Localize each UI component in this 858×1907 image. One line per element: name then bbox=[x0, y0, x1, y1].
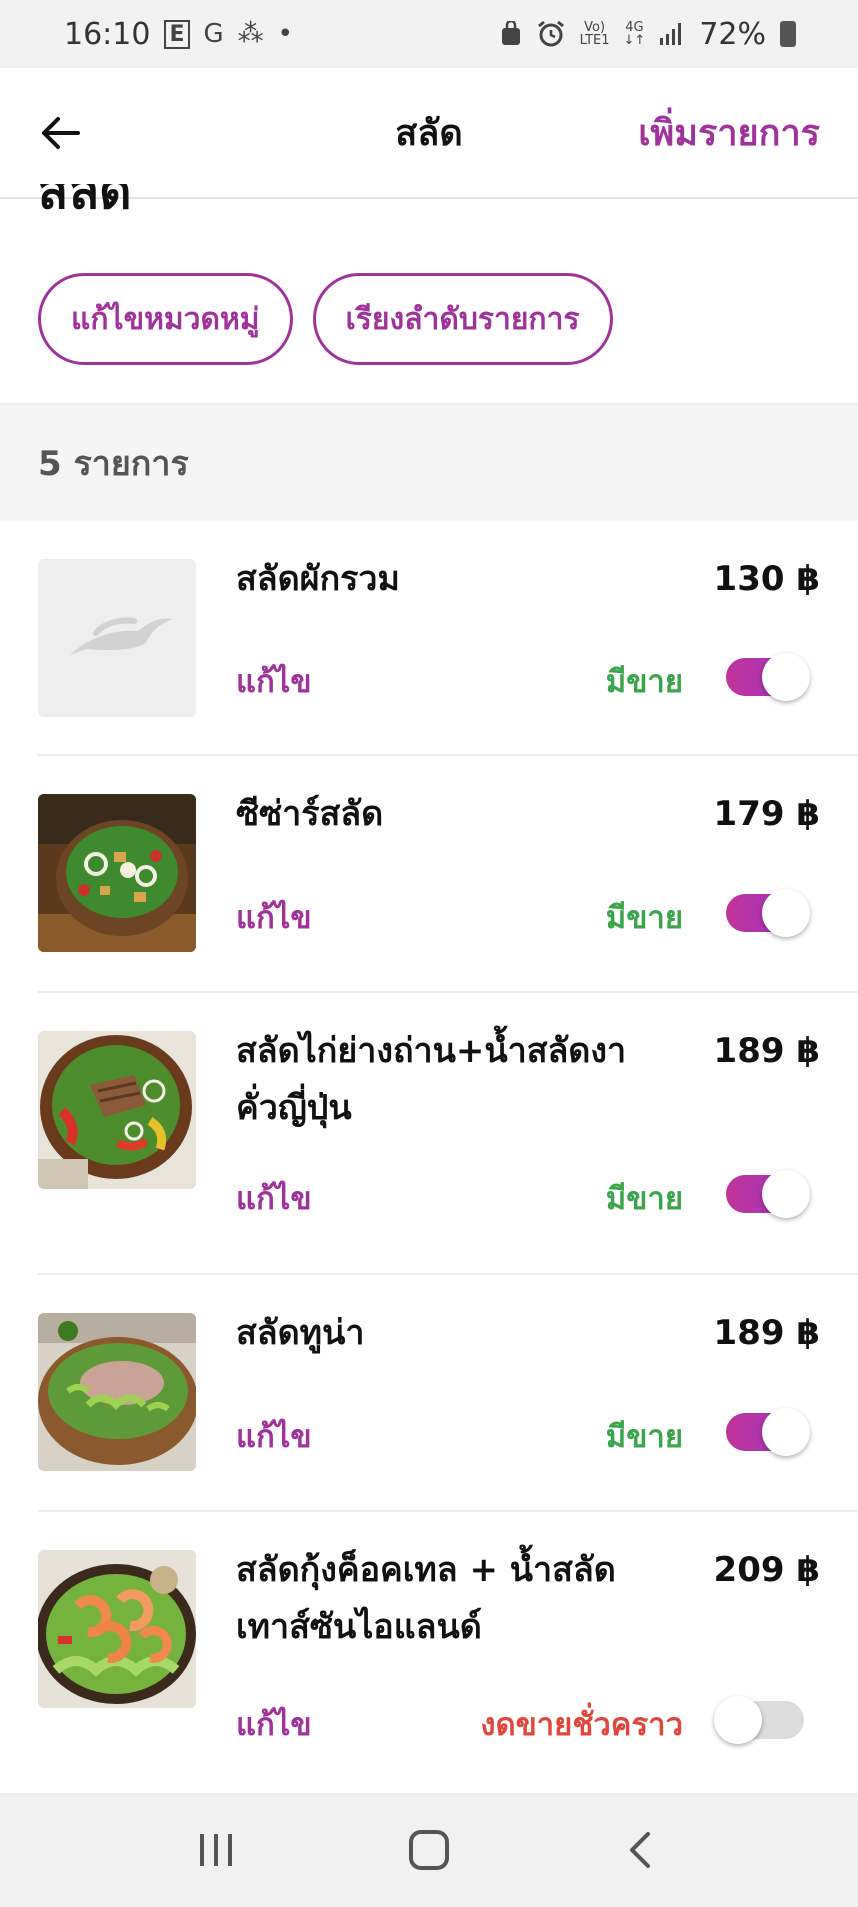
item-count-section: 5 รายการ bbox=[0, 403, 858, 521]
item-name: สลัดทูน่า bbox=[236, 1313, 365, 1353]
item-name: สลัดกุ้งค็อคเทล + น้ำสลัดเทาส์ซันไอแลนด์ bbox=[236, 1550, 616, 1647]
data-indicator: 4G ↓↑ bbox=[623, 20, 646, 48]
edit-category-button[interactable]: แก้ไขหมวดหมู่ bbox=[38, 273, 293, 365]
status-bar: 16:10 E G ⁂ • Vo) LTE1 4G ↓↑ 72% bbox=[0, 0, 858, 68]
availability-status: มีขาย bbox=[605, 1181, 683, 1217]
status-left: 16:10 E G ⁂ • bbox=[64, 17, 293, 52]
add-item-button[interactable]: เพิ่มรายการ bbox=[638, 104, 820, 161]
app-notification-icon: ⁂ bbox=[237, 19, 264, 49]
availability-toggle[interactable] bbox=[714, 1696, 806, 1744]
signal-icon bbox=[660, 23, 682, 45]
toggle-knob bbox=[714, 1696, 762, 1744]
alarm-icon bbox=[537, 20, 564, 47]
item-name: ซีซ่าร์สลัด bbox=[236, 794, 384, 834]
item-image bbox=[38, 1313, 196, 1471]
toggle-knob bbox=[762, 889, 810, 937]
category-title: สลัด bbox=[38, 184, 132, 220]
edit-item-link[interactable]: แก้ไข bbox=[236, 1173, 312, 1223]
item-name: สลัดผักรวม bbox=[236, 559, 400, 599]
availability-toggle[interactable] bbox=[720, 1408, 810, 1456]
availability-toggle[interactable] bbox=[720, 1170, 810, 1218]
toggle-knob bbox=[762, 1408, 810, 1456]
edit-item-link[interactable]: แก้ไข bbox=[236, 656, 312, 706]
list-item[interactable]: สลัดกุ้งค็อคเทล + น้ำสลัดเทาส์ซันไอแลนด์… bbox=[0, 1512, 858, 1793]
caesar-salad-image bbox=[38, 794, 196, 952]
sort-items-button[interactable]: เรียงลำดับรายการ bbox=[312, 273, 613, 365]
category-actions: แก้ไขหมวดหมู่ เรียงลำดับรายการ bbox=[38, 273, 613, 365]
battery-icon bbox=[780, 21, 796, 47]
availability-status: มีขาย bbox=[605, 664, 683, 700]
clock: 16:10 bbox=[64, 16, 151, 52]
item-price: 189 ฿ bbox=[713, 1313, 820, 1353]
shrimp-cocktail-salad-image bbox=[38, 1550, 196, 1708]
availability-status: มีขาย bbox=[605, 1419, 683, 1455]
list-item[interactable]: สลัดไก่ย่างถ่าน+น้ำสลัดงาคั่วญี่ปุ่น 189… bbox=[0, 993, 858, 1275]
list-item[interactable]: ซีซ่าร์สลัด 179 ฿ แก้ไข มีขาย bbox=[0, 756, 858, 993]
notification-e-icon: E bbox=[164, 19, 190, 49]
item-price: 209 ฿ bbox=[713, 1550, 820, 1590]
toggle-knob bbox=[762, 1170, 810, 1218]
item-price: 179 ฿ bbox=[713, 794, 820, 834]
placeholder-logo-icon bbox=[38, 559, 196, 717]
tuna-salad-image bbox=[38, 1313, 196, 1471]
item-price: 189 ฿ bbox=[713, 1031, 820, 1071]
system-nav-bar bbox=[0, 1793, 858, 1907]
recent-apps-button[interactable] bbox=[186, 1820, 246, 1880]
item-image bbox=[38, 1550, 196, 1708]
item-image bbox=[38, 794, 196, 952]
availability-status: งดขายชั่วคราว bbox=[480, 1707, 683, 1743]
availability-toggle[interactable] bbox=[720, 889, 810, 937]
item-image bbox=[38, 1031, 196, 1189]
more-notifications-dot-icon: • bbox=[277, 19, 293, 49]
edit-item-link[interactable]: แก้ไข bbox=[236, 1411, 312, 1461]
back-nav-icon bbox=[629, 1832, 650, 1868]
status-right: Vo) LTE1 4G ↓↑ 72% bbox=[500, 17, 796, 52]
volte-indicator: Vo) LTE1 bbox=[579, 20, 610, 48]
back-arrow-icon[interactable] bbox=[38, 111, 82, 155]
edit-item-link[interactable]: แก้ไข bbox=[236, 892, 312, 942]
top-app-bar: สลัด เพิ่มรายการ bbox=[0, 68, 858, 199]
list-item[interactable]: สลัดทูน่า 189 ฿ แก้ไข มีขาย bbox=[0, 1275, 858, 1512]
list-item[interactable]: สลัดผักรวม 130 ฿ แก้ไข มีขาย bbox=[0, 521, 858, 756]
edit-item-link[interactable]: แก้ไข bbox=[236, 1699, 312, 1749]
home-button[interactable] bbox=[399, 1820, 459, 1880]
item-count: 5 รายการ bbox=[38, 444, 189, 484]
toggle-knob bbox=[762, 653, 810, 701]
recent-apps-icon bbox=[200, 1834, 233, 1866]
availability-status: มีขาย bbox=[605, 900, 683, 936]
item-name: สลัดไก่ย่างถ่าน+น้ำสลัดงาคั่วญี่ปุ่น bbox=[236, 1031, 627, 1128]
home-icon bbox=[408, 1830, 449, 1870]
battery-percent: 72% bbox=[699, 16, 766, 52]
google-icon: G bbox=[203, 19, 224, 49]
back-button[interactable] bbox=[612, 1820, 672, 1880]
bag-icon bbox=[501, 21, 520, 45]
item-image-placeholder bbox=[38, 559, 196, 717]
item-price: 130 ฿ bbox=[713, 559, 820, 599]
grilled-chicken-salad-image bbox=[38, 1031, 196, 1189]
availability-toggle[interactable] bbox=[720, 653, 810, 701]
